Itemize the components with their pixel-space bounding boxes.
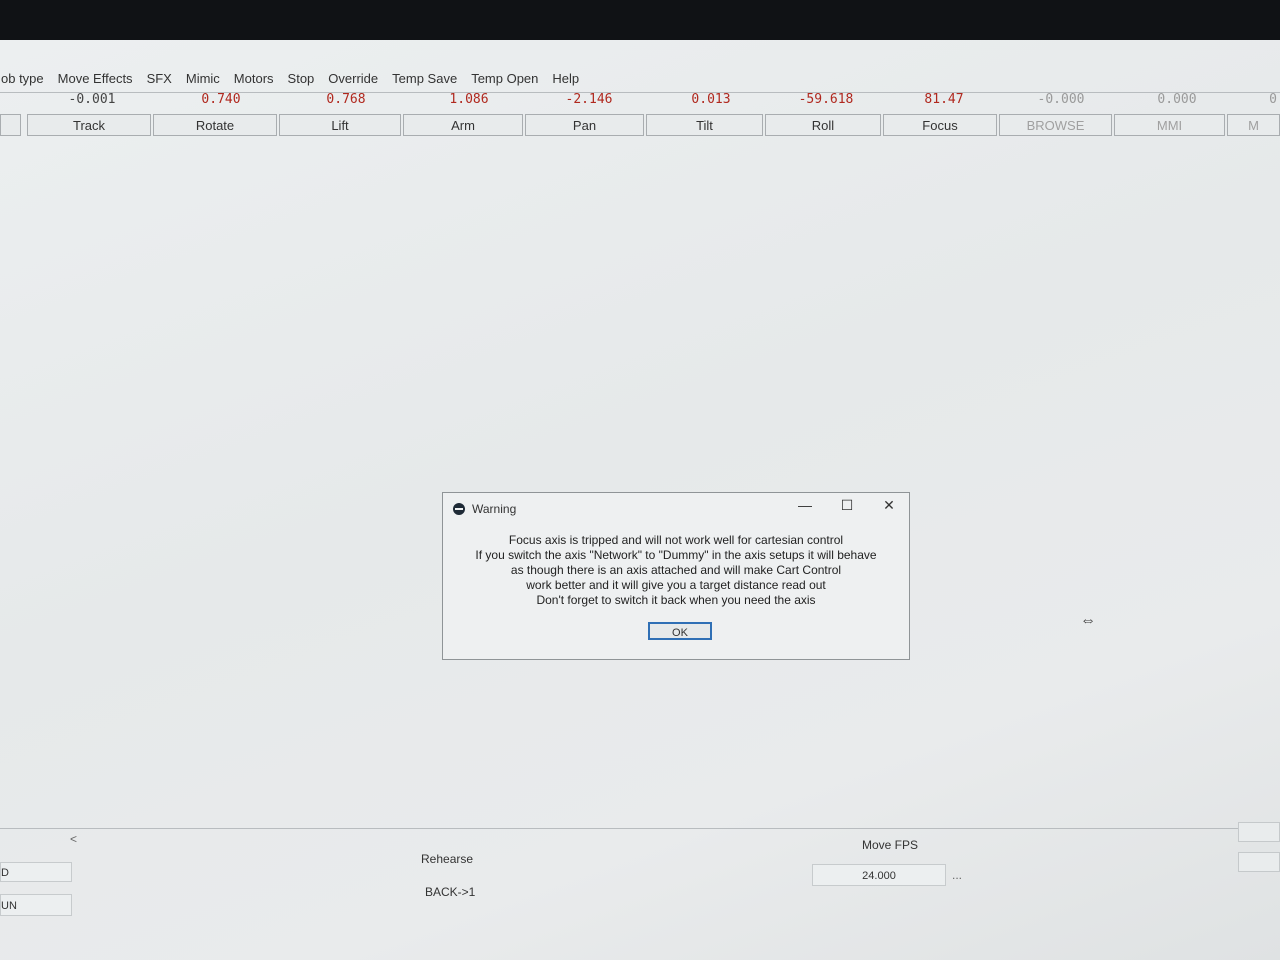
axis-button-lift[interactable]: Lift xyxy=(279,114,401,136)
menu-stop[interactable]: Stop xyxy=(281,71,322,86)
axis-button-mmi[interactable]: MMI xyxy=(1114,114,1225,136)
menu-temp-open[interactable]: Temp Open xyxy=(464,71,545,86)
dialog-message-line: as though there is an axis attached and … xyxy=(510,563,842,577)
move-fps-browse-button[interactable]: ... xyxy=(952,868,962,882)
axis-values-row: -0.001 0.740 0.768 1.086 -2.146 0.013 -5… xyxy=(0,92,1280,114)
back-button[interactable]: BACK->1 xyxy=(425,885,475,899)
resize-cursor-icon: ⇔ xyxy=(1080,612,1096,629)
axis-button-edge[interactable] xyxy=(0,114,21,136)
axis-button-tilt[interactable]: Tilt xyxy=(646,114,763,136)
menu-bar: ob type Move Effects SFX Mimic Motors St… xyxy=(0,66,1280,90)
axis-button-m[interactable]: M xyxy=(1227,114,1280,136)
dialog-message-line: If you switch the axis "Network" to "Dum… xyxy=(475,548,877,562)
axis-buttons-row: Track Rotate Lift Arm Pan Tilt Roll Focu… xyxy=(0,114,1280,138)
move-fps-label: Move FPS xyxy=(862,838,919,852)
axis-value-rotate: 0.740 xyxy=(201,92,241,107)
axis-value-mmi: 0.000 xyxy=(1157,92,1197,107)
menu-move-effects[interactable]: Move Effects xyxy=(51,71,140,86)
bottom-panel-divider xyxy=(0,828,1280,829)
rehearse-label[interactable]: Rehearse xyxy=(421,852,473,866)
dialog-message: Focus axis is tripped and will not work … xyxy=(453,533,899,608)
dialog-message-line: work better and it will give you a targe… xyxy=(526,578,826,592)
axis-value-track: -0.001 xyxy=(68,92,116,107)
menu-help[interactable]: Help xyxy=(545,71,586,86)
axis-button-roll[interactable]: Roll xyxy=(765,114,881,136)
warning-dialog: Warning — ☐ ✕ Focus axis is tripped and … xyxy=(442,492,910,660)
dialog-message-line: Focus axis is tripped and will not work … xyxy=(508,533,844,547)
left-field-bottom-label: UN xyxy=(1,900,17,912)
close-button[interactable]: ✕ xyxy=(877,497,901,514)
axis-value-browse: -0.000 xyxy=(1037,92,1085,107)
left-field-top-label: D xyxy=(1,867,9,879)
move-fps-input[interactable]: 24.000 xyxy=(812,864,946,886)
ok-button[interactable]: OK xyxy=(648,622,712,640)
menu-motors[interactable]: Motors xyxy=(227,71,281,86)
app-screen: ob type Move Effects SFX Mimic Motors St… xyxy=(0,40,1280,960)
dialog-titlebar[interactable]: Warning — ☐ ✕ xyxy=(443,493,909,525)
axis-value-pan: -2.146 xyxy=(565,92,613,107)
left-field-top[interactable]: D xyxy=(0,862,72,882)
dialog-title: Warning xyxy=(472,502,517,516)
axis-value-roll: -59.618 xyxy=(798,92,854,107)
axis-value-m: 0 xyxy=(1269,92,1277,107)
axis-button-track[interactable]: Track xyxy=(27,114,151,136)
minimize-button[interactable]: — xyxy=(793,497,817,513)
menu-sfx[interactable]: SFX xyxy=(140,71,179,86)
axis-value-arm: 1.086 xyxy=(449,92,489,107)
axis-value-tilt: 0.013 xyxy=(691,92,731,107)
dialog-message-line: Don't forget to switch it back when you … xyxy=(536,593,816,607)
menu-job-type[interactable]: ob type xyxy=(0,71,51,86)
right-edge-field-top[interactable] xyxy=(1238,822,1280,842)
left-field-bottom[interactable]: UN xyxy=(0,894,72,916)
menu-override[interactable]: Override xyxy=(321,71,385,86)
axis-button-browse[interactable]: BROWSE xyxy=(999,114,1112,136)
maximize-button[interactable]: ☐ xyxy=(835,497,859,514)
warning-icon xyxy=(453,503,465,515)
menu-mimic[interactable]: Mimic xyxy=(179,71,227,86)
axis-button-focus[interactable]: Focus xyxy=(883,114,997,136)
axis-button-arm[interactable]: Arm xyxy=(403,114,523,136)
menu-temp-save[interactable]: Temp Save xyxy=(385,71,464,86)
axis-value-lift: 0.768 xyxy=(326,92,366,107)
axis-button-pan[interactable]: Pan xyxy=(525,114,644,136)
axis-value-focus: 81.47 xyxy=(924,92,964,107)
axis-button-rotate[interactable]: Rotate xyxy=(153,114,277,136)
right-edge-field-bottom[interactable] xyxy=(1238,852,1280,872)
collapse-chevron-icon[interactable]: < xyxy=(70,832,77,846)
